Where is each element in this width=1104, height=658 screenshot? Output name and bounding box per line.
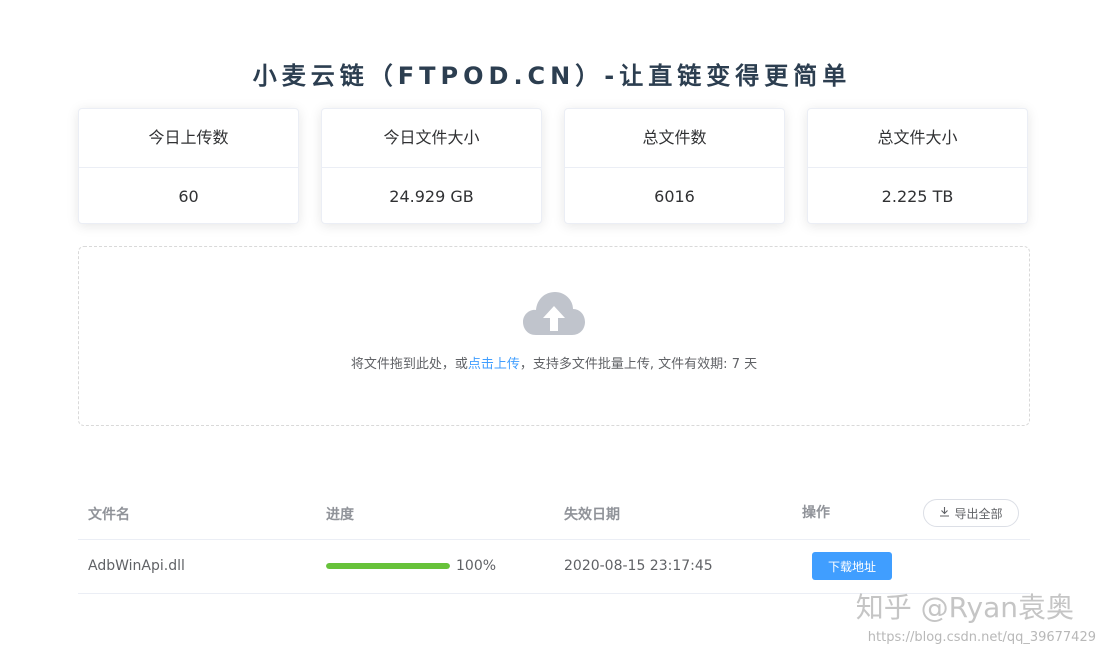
progress-track: [326, 563, 450, 569]
stat-value: 60: [178, 187, 199, 206]
upload-hint: 将文件拖到此处，或点击上传，支持多文件批量上传, 文件有效期: 7 天: [79, 353, 1029, 372]
cloud-upload-icon: [522, 289, 586, 343]
header-action: 操作: [802, 505, 830, 521]
header-expire-date: 失效日期: [564, 507, 620, 523]
progress-label: 100%: [456, 558, 497, 574]
file-table: 文件名 进度 失效日期 操作 导出全部 AdbWinApi.dll 100% 2…: [78, 486, 1030, 594]
click-upload-link[interactable]: 点击上传: [468, 357, 520, 372]
file-name: AdbWinApi.dll: [88, 558, 185, 574]
stat-label: 今日文件大小: [322, 109, 541, 168]
page-title: 小麦云链（FTPOD.CN）-让直链变得更简单: [252, 62, 852, 90]
upload-hint-suffix: ，支持多文件批量上传, 文件有效期: 7 天: [519, 357, 758, 372]
stat-value: 2.225 TB: [881, 187, 954, 206]
header-progress: 进度: [326, 507, 354, 523]
progress-fill: [326, 563, 450, 569]
export-all-button[interactable]: 导出全部: [923, 499, 1019, 527]
export-all-label: 导出全部: [954, 506, 1003, 521]
stat-card-today-uploads: 今日上传数 60: [78, 108, 299, 224]
stat-value: 6016: [654, 187, 695, 206]
watermark: 知乎 @Ryan袁奥: [855, 591, 1074, 624]
expire-date: 2020-08-15 23:17:45: [564, 558, 713, 574]
stat-label: 总文件大小: [808, 109, 1027, 168]
progress: 100%: [326, 558, 496, 574]
stat-card-total-files: 总文件数 6016: [564, 108, 785, 224]
watermark-url: https://blog.csdn.net/qq_39677429: [867, 630, 1096, 645]
download-link-button[interactable]: 下载地址: [812, 552, 892, 580]
upload-dropzone[interactable]: 将文件拖到此处，或点击上传，支持多文件批量上传, 文件有效期: 7 天: [78, 246, 1030, 426]
stat-value: 24.929 GB: [389, 187, 474, 206]
download-icon: [939, 506, 950, 520]
upload-hint-prefix: 将文件拖到此处，或: [350, 357, 468, 372]
stat-label: 今日上传数: [79, 109, 298, 168]
stat-card-today-size: 今日文件大小 24.929 GB: [321, 108, 542, 224]
header-filename: 文件名: [88, 507, 130, 523]
stat-card-total-size: 总文件大小 2.225 TB: [807, 108, 1028, 224]
stat-label: 总文件数: [565, 109, 784, 168]
table-header: 文件名 进度 失效日期 操作 导出全部: [78, 486, 1030, 540]
